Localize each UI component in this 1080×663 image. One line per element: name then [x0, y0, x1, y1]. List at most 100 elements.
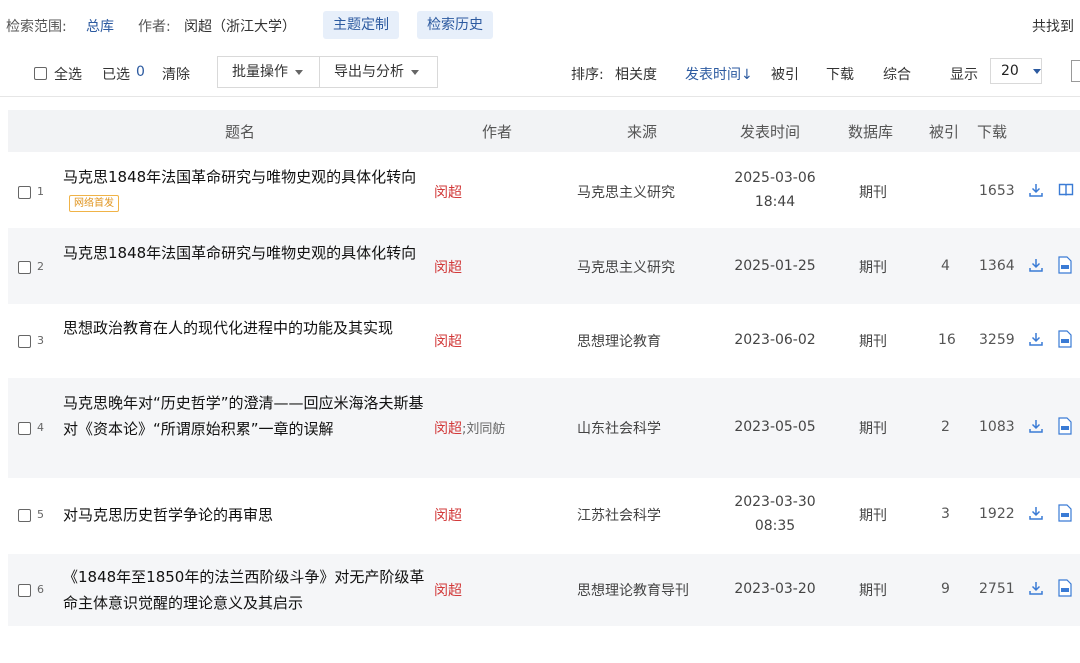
download-icon[interactable]	[1028, 257, 1044, 273]
select-all-checkbox[interactable]	[34, 67, 47, 80]
row-checkbox[interactable]	[18, 261, 31, 274]
row-cited[interactable]: 9	[941, 581, 950, 597]
sort-label: 排序:	[571, 67, 604, 83]
pdf-icon[interactable]	[1058, 330, 1072, 348]
download-icon[interactable]	[1028, 580, 1044, 596]
row-checkbox[interactable]	[18, 509, 31, 522]
chevron-down-icon	[411, 69, 419, 75]
pdf-icon[interactable]	[1058, 504, 1072, 522]
row-author[interactable]: 闵超;刘同舫	[434, 418, 505, 438]
download-icon[interactable]	[1028, 182, 1044, 198]
row-downloads: 3259	[979, 332, 1015, 348]
row-checkbox[interactable]	[18, 584, 31, 597]
page-size-select[interactable]: 20	[990, 58, 1042, 84]
clear-button[interactable]: 清除	[162, 64, 190, 84]
col-cited[interactable]: 被引	[929, 121, 959, 142]
row-database: 期刊	[859, 185, 887, 201]
row-source[interactable]: 山东社会科学	[577, 418, 661, 438]
row-checkbox[interactable]	[18, 422, 31, 435]
row-author[interactable]: 闵超	[434, 257, 462, 277]
sort-downloads[interactable]: 下载	[826, 64, 854, 84]
row-database: 期刊	[859, 334, 887, 350]
row-author[interactable]: 闵超	[434, 182, 462, 202]
row-source[interactable]: 思想理论教育	[577, 331, 661, 351]
row-date-day: 2023-03-20	[734, 581, 816, 597]
row-title-link[interactable]: 对马克思历史哲学争论的再审思	[63, 502, 433, 528]
row-title: 马克思晚年对“历史哲学”的澄清——回应米海洛夫斯基对《资本论》“所谓原始积累”一…	[63, 394, 424, 438]
row-source[interactable]: 江苏社会科学	[577, 505, 661, 525]
row-title-link[interactable]: 思想政治教育在人的现代化进程中的功能及其实现	[63, 315, 433, 341]
select-all-label[interactable]: 全选	[54, 64, 82, 84]
row-checkbox[interactable]	[18, 186, 31, 199]
pdf-icon[interactable]	[1058, 579, 1072, 597]
read-online-icon[interactable]	[1058, 182, 1074, 198]
row-author[interactable]: 闵超	[434, 505, 462, 525]
author-name[interactable]: 闵超	[434, 260, 462, 276]
row-author[interactable]: 闵超	[434, 331, 462, 351]
row-cited[interactable]: 16	[938, 332, 956, 348]
col-downloads[interactable]: 下载	[977, 121, 1007, 142]
history-button[interactable]: 检索历史	[417, 11, 493, 39]
download-icon[interactable]	[1028, 331, 1044, 347]
row-database: 期刊	[859, 583, 887, 599]
row-database: 期刊	[859, 260, 887, 276]
export-analyze-label: 导出与分析	[334, 64, 404, 80]
table-row: 2 马克思1848年法国革命研究与唯物史观的具体化转向 闵超 马克思主义研究 2…	[8, 228, 1080, 304]
download-icon[interactable]	[1028, 418, 1044, 434]
pdf-icon[interactable]	[1058, 256, 1072, 274]
row-date: 2025-03-06 18:44	[720, 166, 830, 214]
row-downloads: 1364	[979, 258, 1015, 274]
row-source[interactable]: 思想理论教育导刊	[577, 580, 689, 600]
col-date[interactable]: 发表时间	[740, 121, 800, 142]
table-row: 3 思想政治教育在人的现代化进程中的功能及其实现 闵超 思想理论教育 2023-…	[8, 304, 1080, 378]
row-cited[interactable]: 2	[941, 419, 950, 435]
result-toolbar: 全选 已选 0 清除 批量操作 导出与分析 排序: 相关度 发表时间↓ 被引 下…	[0, 50, 1080, 97]
row-source[interactable]: 马克思主义研究	[577, 257, 675, 277]
scope-label: 检索范围:	[6, 19, 67, 35]
row-date-day: 2023-05-05	[734, 419, 816, 435]
download-icon[interactable]	[1028, 505, 1044, 521]
author-name[interactable]: 闵超	[434, 334, 462, 350]
col-title: 题名	[225, 123, 256, 141]
row-title-link[interactable]: 马克思1848年法国革命研究与唯物史观的具体化转向	[63, 240, 433, 266]
row-number: 5	[37, 508, 44, 521]
table-row: 5 对马克思历史哲学争论的再审思 闵超 江苏社会科学 2023-03-30 08:…	[8, 478, 1080, 554]
row-date-day: 2025-03-06	[734, 170, 816, 186]
row-title-link[interactable]: 马克思1848年法国革命研究与唯物史观的具体化转向网络首发	[63, 164, 433, 216]
batch-ops-label: 批量操作	[232, 64, 288, 80]
chevron-down-icon	[295, 69, 303, 75]
author-name[interactable]: 闵超	[434, 185, 462, 201]
scope-value[interactable]: 总库	[86, 16, 114, 36]
row-author[interactable]: 闵超	[434, 580, 462, 600]
selected-label: 已选	[102, 67, 130, 83]
row-date-time: 18:44	[754, 194, 796, 210]
author-name[interactable]: 闵超	[434, 508, 462, 524]
chevron-down-icon	[1032, 68, 1041, 74]
row-checkbox[interactable]	[18, 335, 31, 348]
row-title: 《1848年至1850年的法兰西阶级斗争》对无产阶级革命主体意识觉醒的理论意义及…	[63, 568, 425, 612]
row-date: 2023-05-05	[720, 415, 830, 439]
row-cited[interactable]: 3	[941, 506, 950, 522]
topic-button[interactable]: 主题定制	[323, 11, 399, 39]
sort-overall[interactable]: 综合	[883, 64, 911, 84]
row-title: 对马克思历史哲学争论的再审思	[63, 506, 274, 524]
row-number: 6	[37, 583, 44, 596]
view-toggle-icon[interactable]	[1071, 60, 1080, 82]
row-source[interactable]: 马克思主义研究	[577, 182, 675, 202]
author-name[interactable]: 闵超	[434, 421, 462, 437]
author-name[interactable]: 闵超	[434, 583, 462, 599]
row-downloads: 1653	[979, 183, 1015, 199]
coauthor-name[interactable]: ;刘同舫	[462, 422, 505, 437]
row-date-day: 2023-03-30	[734, 494, 816, 510]
sort-date[interactable]: 发表时间↓	[685, 64, 753, 84]
row-cited[interactable]: 4	[941, 258, 950, 274]
sort-cited[interactable]: 被引	[771, 64, 799, 84]
col-database: 数据库	[848, 123, 894, 141]
batch-ops-button[interactable]: 批量操作	[217, 56, 320, 88]
sort-relevance[interactable]: 相关度	[615, 64, 657, 84]
row-title-link[interactable]: 马克思晚年对“历史哲学”的澄清——回应米海洛夫斯基对《资本论》“所谓原始积累”一…	[63, 390, 433, 442]
col-author: 作者	[482, 123, 513, 141]
row-title-link[interactable]: 《1848年至1850年的法兰西阶级斗争》对无产阶级革命主体意识觉醒的理论意义及…	[63, 564, 433, 616]
export-analyze-button[interactable]: 导出与分析	[319, 56, 438, 88]
pdf-icon[interactable]	[1058, 417, 1072, 435]
